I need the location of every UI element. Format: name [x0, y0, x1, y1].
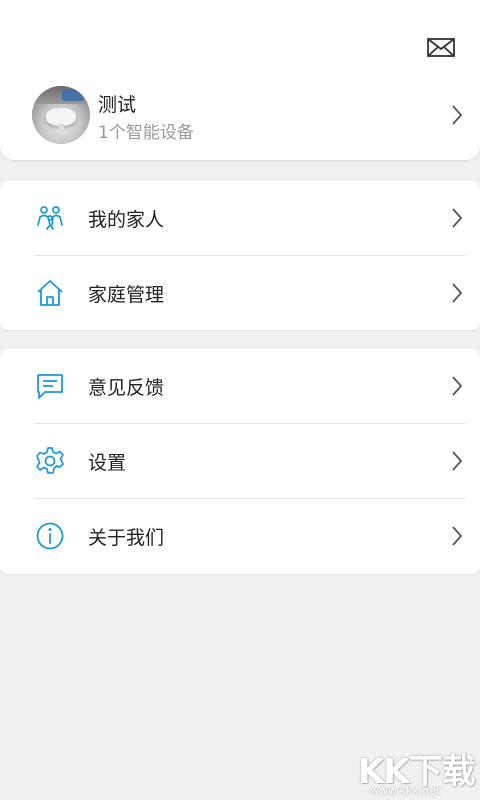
mail-icon[interactable] [426, 34, 456, 60]
menu-item-my-family[interactable]: 我的家人 [0, 181, 480, 255]
chevron-right-icon [452, 376, 463, 396]
profile-card: 测试 1个智能设备 [0, 0, 480, 160]
home-icon [37, 280, 63, 306]
device-count: 1个智能设备 [98, 123, 194, 143]
menu-card-general: 意见反馈 设置 关于我们 [0, 349, 480, 574]
watermark: KK下载 www.kkx.net [358, 744, 478, 798]
chevron-right-icon [452, 208, 463, 228]
menu-item-about-us[interactable]: 关于我们 [0, 499, 480, 573]
gear-icon [36, 447, 64, 474]
menu-item-settings[interactable]: 设置 [0, 424, 480, 498]
watermark-url: www.kkx.net [370, 784, 441, 797]
menu-item-label: 设置 [88, 452, 127, 474]
menu-card-family: 我的家人 家庭管理 [0, 181, 480, 330]
profile-row[interactable]: 测试 1个智能设备 [0, 80, 480, 150]
menu-item-label: 家庭管理 [88, 284, 165, 306]
menu-item-label: 关于我们 [88, 527, 165, 549]
profile-page: 测试 1个智能设备 我的家人 家庭管理 意见反馈 设置 关于我们 KK下载 ww… [0, 0, 480, 800]
menu-item-label: 意见反馈 [88, 377, 165, 399]
menu-item-feedback[interactable]: 意见反馈 [0, 349, 480, 423]
chevron-right-icon [452, 526, 463, 546]
avatar-device-stand [58, 124, 64, 134]
avatar[interactable] [32, 86, 90, 144]
chevron-right-icon [452, 283, 463, 303]
profile-name: 测试 [98, 94, 137, 116]
chevron-right-icon [452, 105, 463, 125]
menu-item-home-management[interactable]: 家庭管理 [0, 256, 480, 330]
chevron-right-icon [452, 451, 463, 471]
menu-item-label: 我的家人 [88, 209, 165, 231]
feedback-icon [37, 374, 63, 399]
family-icon [37, 206, 63, 230]
info-icon [36, 522, 64, 550]
avatar-detail [62, 89, 84, 101]
